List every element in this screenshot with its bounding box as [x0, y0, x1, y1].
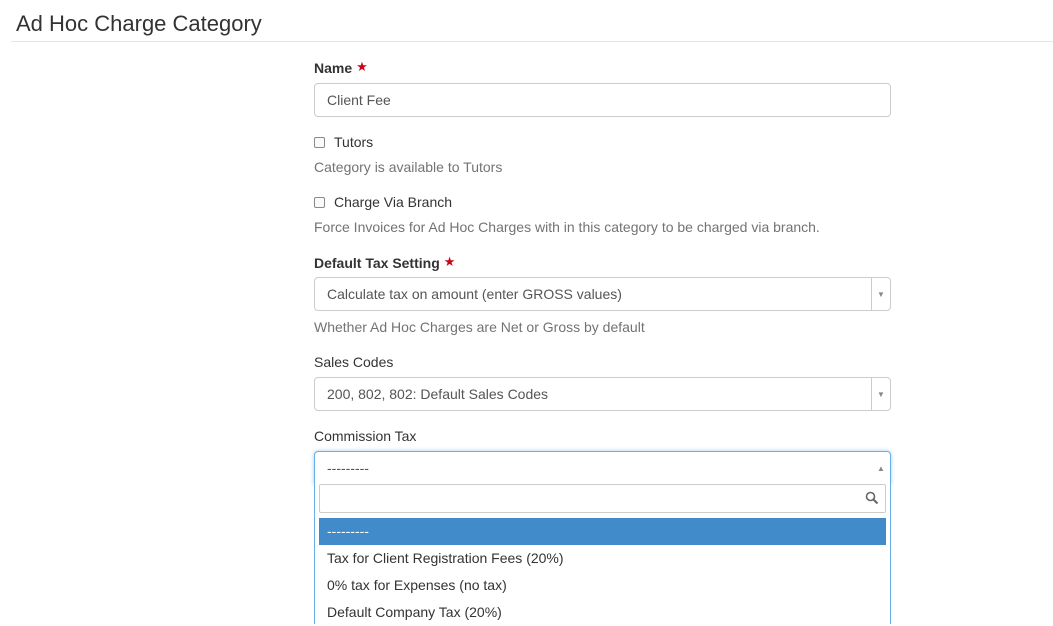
commission-tax-label: Commission Tax — [314, 428, 417, 444]
tutors-help-text: Category is available to Tutors — [314, 159, 503, 175]
dropdown-option[interactable]: Tax for Client Registration Fees (20%) — [319, 545, 886, 572]
chevron-down-icon[interactable]: ▼ — [871, 278, 890, 310]
dropdown-option[interactable]: 0% tax for Expenses (no tax) — [319, 572, 886, 599]
required-marker: ★ — [443, 254, 456, 269]
tutors-checkbox-row[interactable]: Tutors — [314, 133, 373, 151]
charge-via-branch-help-text: Force Invoices for Ad Hoc Charges with i… — [314, 219, 820, 235]
required-marker: ★ — [356, 59, 368, 74]
commission-tax-select[interactable]: --------- ▲ — [314, 451, 891, 485]
charge-via-branch-checkbox-row[interactable]: Charge Via Branch — [314, 193, 452, 211]
default-tax-setting-label: Default Tax Setting ★ — [314, 254, 455, 273]
commission-tax-options: --------- Tax for Client Registration Fe… — [319, 518, 886, 626]
default-tax-setting-label-text: Default Tax Setting — [314, 255, 440, 271]
sales-codes-value: 200, 802, 802: Default Sales Codes — [327, 386, 549, 402]
charge-via-branch-checkbox[interactable] — [314, 196, 325, 208]
name-input[interactable] — [314, 83, 891, 117]
chevron-down-icon[interactable]: ▼ — [871, 378, 890, 410]
default-tax-setting-value: Calculate tax on amount (enter GROSS val… — [327, 286, 622, 302]
charge-via-branch-label[interactable]: Charge Via Branch — [334, 194, 452, 210]
default-tax-setting-select[interactable]: Calculate tax on amount (enter GROSS val… — [314, 277, 891, 311]
commission-tax-dropdown: --------- Tax for Client Registration Fe… — [314, 484, 891, 624]
name-label-text: Name — [314, 60, 353, 76]
chevron-up-icon[interactable]: ▲ — [872, 452, 890, 484]
tutors-checkbox[interactable] — [314, 136, 325, 148]
commission-tax-search-field[interactable] — [319, 484, 886, 513]
sales-codes-select[interactable]: 200, 802, 802: Default Sales Codes ▼ — [314, 377, 891, 411]
dropdown-option[interactable]: --------- — [319, 518, 886, 545]
tutors-label[interactable]: Tutors — [334, 134, 373, 150]
commission-tax-value: --------- — [327, 460, 369, 476]
page-title: Ad Hoc Charge Category — [16, 11, 262, 36]
search-icon — [865, 491, 879, 505]
title-divider — [11, 41, 1053, 42]
sales-codes-label: Sales Codes — [314, 354, 394, 370]
default-tax-setting-help-text: Whether Ad Hoc Charges are Net or Gross … — [314, 319, 645, 335]
name-label: Name ★ — [314, 59, 368, 78]
